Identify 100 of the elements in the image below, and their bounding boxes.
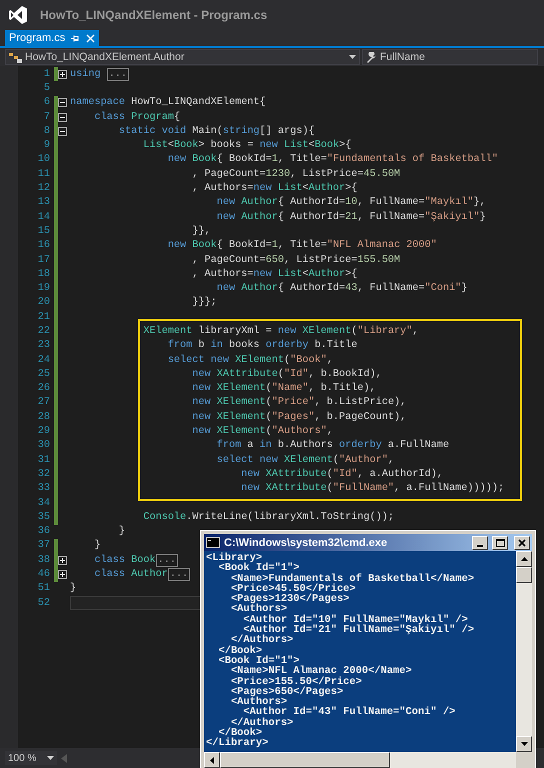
scroll-left-button[interactable] [204, 752, 220, 768]
code-line: , PageCount=650, ListPrice=155.50M [191, 254, 400, 266]
collapsed-code-marker[interactable]: ... [168, 568, 190, 582]
code-line: Console.WriteLine(libraryXml.ToString()); [142, 512, 394, 523]
line-number: 18 [36, 268, 50, 280]
line-number: 52 [36, 598, 50, 609]
console-line: <Authors> [230, 697, 288, 708]
minimize-button[interactable] [472, 536, 488, 550]
line-number: 7 [42, 112, 50, 123]
line-number: 34 [36, 498, 50, 509]
caret-icon [349, 55, 356, 59]
line-number: 11 [36, 168, 50, 180]
type-dropdown[interactable]: HowTo_LINQandXElement.Author [5, 49, 360, 65]
code-line: from b in books orderby b.Title [166, 340, 358, 352]
code-line: }}}; [191, 297, 217, 308]
line-number: 36 [36, 526, 50, 538]
scroll-up-button[interactable] [516, 551, 532, 567]
logo-icon [8, 5, 28, 25]
code-line: }}, [191, 226, 211, 237]
line-number: 22 [36, 326, 50, 337]
line-number: 28 [36, 412, 50, 423]
line-number: 31 [36, 454, 50, 466]
collapsed-code-marker[interactable]: ... [106, 68, 130, 81]
line-number: 9 [42, 140, 50, 152]
line-number: 24 [36, 354, 50, 366]
class-icon [9, 52, 22, 62]
code-line: , Authors=new List<Author>{ [191, 268, 358, 280]
file-tab[interactable]: Program.cs [5, 30, 100, 46]
line-number: 5 [42, 82, 50, 94]
line-number: 10 [36, 154, 50, 166]
console-line: <Author Id="10" FullName="Maykıl" /> [242, 614, 468, 626]
down-arrow-icon [520, 742, 528, 746]
line-number: 8 [42, 126, 50, 137]
expand-icon[interactable] [58, 556, 67, 565]
code-line: , Authors=new List<Author>{ [191, 183, 358, 194]
code-line: new XElement("Price", b.ListPrice), [191, 397, 406, 408]
line-number: 51 [36, 583, 50, 594]
line-number: 26 [36, 383, 50, 394]
collapse-icon[interactable] [58, 98, 67, 108]
code-line: XElement libraryXml = new XElement("Library", [142, 326, 419, 337]
line-number: 6 [42, 97, 50, 108]
pin-icon[interactable] [71, 34, 80, 42]
code-line: , PageCount=1230, ListPrice=45.50M [191, 168, 400, 180]
expand-icon[interactable] [58, 570, 67, 580]
expand-icon[interactable] [58, 70, 67, 79]
console-title: C:\Windows\system32\cmd.exe [224, 536, 388, 548]
code-line: class Program{ [93, 112, 180, 123]
scroll-thumb[interactable] [516, 567, 532, 583]
line-number: 29 [36, 426, 50, 438]
code-line: class Book [93, 554, 156, 566]
code-line: namespace HowTo_LINQandXElement{ [70, 97, 266, 108]
line-number: 37 [36, 540, 50, 552]
zoom-dropdown[interactable]: 100 % [5, 751, 57, 765]
scroll-down-button[interactable] [516, 736, 532, 752]
code-line: new XElement("Name", b.Title), [191, 383, 376, 394]
line-number: 35 [36, 512, 50, 523]
line-number: 27 [36, 397, 50, 408]
tab-label: Program.cs [9, 32, 66, 44]
console-line: <Name>NFL Almanac 2000</Name> [230, 666, 413, 677]
code-line: static void Main(string[] args){ [118, 126, 315, 137]
line-number: 14 [36, 212, 50, 223]
line-number: 13 [36, 197, 50, 208]
line-number: 12 [36, 183, 50, 194]
code-line: new XAttribute("Id", b.BookId), [191, 368, 382, 380]
vertical-scrollbar[interactable] [516, 551, 532, 752]
line-number: 30 [36, 440, 50, 452]
close-button[interactable] [514, 536, 530, 550]
scroll-thumb[interactable] [220, 752, 390, 768]
horizontal-scrollbar[interactable] [204, 752, 516, 768]
console-line: <Book Id="1"> [218, 563, 300, 574]
collapse-icon[interactable] [58, 112, 67, 122]
code-line: new Author{ AuthorId=21, FullName="Şakiyıl"} [216, 212, 486, 223]
console-line: <Author Id="21" FullName="Şakiyıl" /> [243, 625, 476, 636]
code-line: new Book{ BookId=1, Title="NFL Almanac 2000" [166, 240, 437, 252]
code-line: select new XElement("Book", [166, 354, 333, 366]
line-number: 38 [36, 554, 50, 566]
console-line: <Authors> [230, 604, 288, 615]
left-arrow-icon [210, 756, 214, 764]
line-number: 21 [36, 312, 50, 323]
line-number: 16 [36, 240, 50, 252]
line-number: 33 [36, 483, 50, 494]
wrench-icon [366, 52, 377, 62]
window-title: HowTo_LINQandXElement - Program.cs [40, 8, 268, 22]
close-icon[interactable] [86, 34, 96, 42]
maximize-button[interactable] [492, 536, 508, 550]
collapsed-code-marker[interactable]: ... [156, 554, 178, 567]
member-dropdown[interactable]: FullName [362, 49, 538, 65]
code-line: new XElement("Authors", [191, 426, 333, 438]
console-line: <Book Id="1"> [217, 656, 300, 666]
line-number: 46 [36, 569, 50, 580]
collapse-icon[interactable] [58, 126, 67, 136]
console-line: </Book> [217, 646, 262, 656]
line-number: 23 [36, 340, 50, 352]
line-number: 19 [36, 283, 50, 294]
line-number: 20 [36, 297, 50, 308]
code-line: class Author [93, 569, 168, 580]
code-line: from a in b.Authors orderby a.FullName [216, 440, 450, 452]
code-line: List<Book> books = new List<Book>{ [142, 140, 352, 152]
code-line: } [70, 583, 76, 594]
console-line: </Book> [218, 728, 262, 738]
